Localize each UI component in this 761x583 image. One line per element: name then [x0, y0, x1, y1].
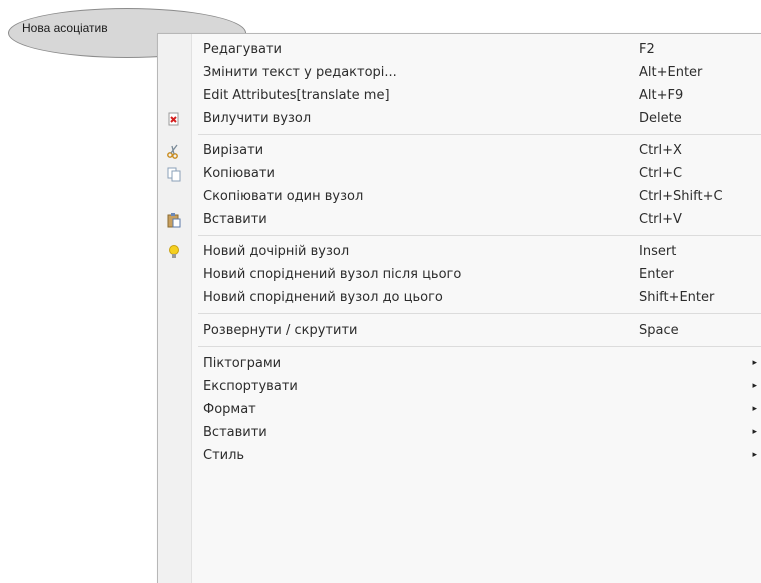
- menu-item-label: Стиль: [203, 448, 245, 463]
- menu-item-label: Розвернути / скрутити: [203, 323, 358, 338]
- menu-item-label: Змінити текст у редакторі...: [203, 65, 397, 80]
- menu-item-shortcut: Ctrl+Shift+C: [639, 189, 723, 204]
- context-menu: Редагувати F2 Змінити текст у редакторі.…: [157, 33, 761, 583]
- menu-item-label: Копіювати: [203, 166, 275, 181]
- menu-item-shortcut: Delete: [639, 111, 682, 126]
- menu-item-new-child-node[interactable]: Новий дочірній вузол Insert: [158, 240, 761, 263]
- menu-item-edit-attributes[interactable]: Edit Attributes[translate me] Alt+F9: [158, 84, 761, 107]
- menu-item-shortcut: Ctrl+X: [639, 143, 682, 158]
- menu-item-fold-unfold[interactable]: Розвернути / скрутити Space: [158, 319, 761, 342]
- menu-item-shortcut: Shift+Enter: [639, 290, 715, 305]
- menu-item-style-submenu[interactable]: Стиль ▸: [158, 444, 761, 467]
- menu-item-export-submenu[interactable]: Експортувати ▸: [158, 375, 761, 398]
- menu-item-shortcut: F2: [639, 42, 655, 57]
- menu-item-label: Скопіювати один вузол: [203, 189, 364, 204]
- menu-separator: [158, 309, 761, 319]
- menu-item-label: Вилучити вузол: [203, 111, 312, 126]
- cut-icon: [167, 144, 178, 159]
- menu-item-new-sibling-before[interactable]: Новий споріднений вузол до цього Shift+E…: [158, 286, 761, 309]
- submenu-arrow-icon: ▸: [752, 404, 757, 414]
- menu-list: Редагувати F2 Змінити текст у редакторі.…: [158, 38, 761, 467]
- menu-item-cut[interactable]: Вирізати Ctrl+X: [158, 139, 761, 162]
- menu-item-copy[interactable]: Копіювати Ctrl+C: [158, 162, 761, 185]
- submenu-arrow-icon: ▸: [752, 381, 757, 391]
- submenu-arrow-icon: ▸: [752, 450, 757, 460]
- lightbulb-icon: [169, 245, 179, 258]
- menu-item-label: Редагувати: [203, 42, 282, 57]
- submenu-arrow-icon: ▸: [752, 427, 757, 437]
- menu-item-shortcut: Ctrl+V: [639, 212, 682, 227]
- menu-item-label: Формат: [203, 402, 256, 417]
- menu-item-label: Новий дочірній вузол: [203, 244, 350, 259]
- menu-item-label: Вставити: [203, 425, 267, 440]
- menu-item-label: Піктограми: [203, 356, 282, 371]
- menu-item-shortcut: Enter: [639, 267, 674, 282]
- menu-item-copy-single-node[interactable]: Скопіювати один вузол Ctrl+Shift+C: [158, 185, 761, 208]
- menu-item-label: Вирізати: [203, 143, 264, 158]
- submenu-arrow-icon: ▸: [752, 358, 757, 368]
- menu-item-label: Новий споріднений вузол до цього: [203, 290, 443, 305]
- menu-item-label: Новий споріднений вузол після цього: [203, 267, 462, 282]
- node-label: Нова асоціатив: [22, 21, 108, 35]
- menu-item-insert-submenu[interactable]: Вставити ▸: [158, 421, 761, 444]
- menu-separator: [158, 231, 761, 240]
- menu-item-label: Вставити: [203, 212, 267, 227]
- menu-item-shortcut: Alt+F9: [639, 88, 684, 103]
- menu-item-shortcut: Alt+Enter: [639, 65, 703, 80]
- copy-icon: [167, 167, 181, 182]
- menu-item-paste[interactable]: Вставити Ctrl+V: [158, 208, 761, 231]
- menu-item-shortcut: Insert: [639, 244, 677, 259]
- menu-item-icons-submenu[interactable]: Піктограми ▸: [158, 352, 761, 375]
- mindmap-canvas: Нова асоціатив Редагувати F2 Змінити тек…: [0, 0, 761, 583]
- menu-item-delete-node[interactable]: Вилучити вузол Delete: [158, 107, 761, 130]
- menu-item-new-sibling-after[interactable]: Новий споріднений вузол після цього Ente…: [158, 263, 761, 286]
- menu-item-edit[interactable]: Редагувати F2: [158, 38, 761, 61]
- menu-item-shortcut: Ctrl+C: [639, 166, 683, 181]
- menu-separator: [158, 342, 761, 352]
- paste-icon: [167, 213, 181, 228]
- menu-item-label: Експортувати: [203, 379, 298, 394]
- delete-node-icon: [168, 112, 179, 126]
- menu-item-format-submenu[interactable]: Формат ▸: [158, 398, 761, 421]
- menu-item-edit-in-editor[interactable]: Змінити текст у редакторі... Alt+Enter: [158, 61, 761, 84]
- menu-item-label: Edit Attributes[translate me]: [203, 88, 390, 103]
- menu-separator: [158, 130, 761, 139]
- menu-item-shortcut: Space: [639, 323, 679, 338]
